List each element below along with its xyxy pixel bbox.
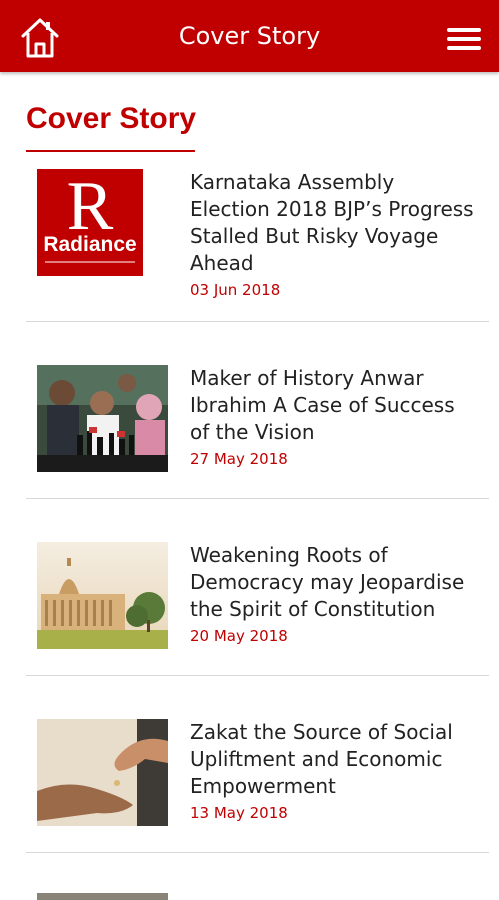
article-title: Karnataka Assembly Election 2018 BJP’s P…	[190, 170, 474, 275]
divider	[26, 675, 489, 676]
article-title: Zakat the Source of Social Upliftment an…	[190, 720, 453, 798]
app-bar: Cover Story	[0, 0, 499, 72]
section-title: Cover Story	[26, 102, 197, 135]
article-date: 03 Jun 2018	[190, 281, 281, 299]
article-title: Weakening Roots of Democracy may Jeopard…	[190, 543, 465, 621]
article-date: 13 May 2018	[190, 804, 288, 822]
app-bar-title: Cover Story	[178, 22, 321, 50]
article-thumbnail-vidhana-soudha	[37, 542, 168, 649]
article-item[interactable]: R Radiance Karnataka Assembly Election 2…	[26, 157, 489, 335]
hamburger-menu-icon	[447, 28, 481, 50]
article-item[interactable]: Maker of History Anwar Ibrahim A Case of…	[26, 353, 489, 531]
article-date: 27 May 2018	[190, 450, 288, 468]
article-title: Maker of History Anwar Ibrahim A Case of…	[190, 366, 455, 444]
article-thumbnail-press-conference	[37, 365, 168, 472]
divider	[26, 498, 489, 499]
article-date: 20 May 2018	[190, 627, 288, 645]
divider	[26, 852, 489, 853]
divider	[26, 321, 489, 322]
section-underline	[26, 150, 195, 152]
article-item[interactable]: Weakening Roots of Democracy may Jeopard…	[26, 530, 489, 708]
article-thumbnail-giving-hands	[37, 719, 168, 826]
article-item[interactable]: Zakat the Source of Social Upliftment an…	[26, 707, 489, 885]
radiance-logo-tagline	[45, 261, 135, 263]
article-thumbnail-radiance: R Radiance	[37, 169, 143, 276]
menu-button[interactable]	[447, 28, 481, 52]
article-item-partial[interactable]	[37, 893, 168, 900]
radiance-logo-word: Radiance	[43, 233, 137, 256]
